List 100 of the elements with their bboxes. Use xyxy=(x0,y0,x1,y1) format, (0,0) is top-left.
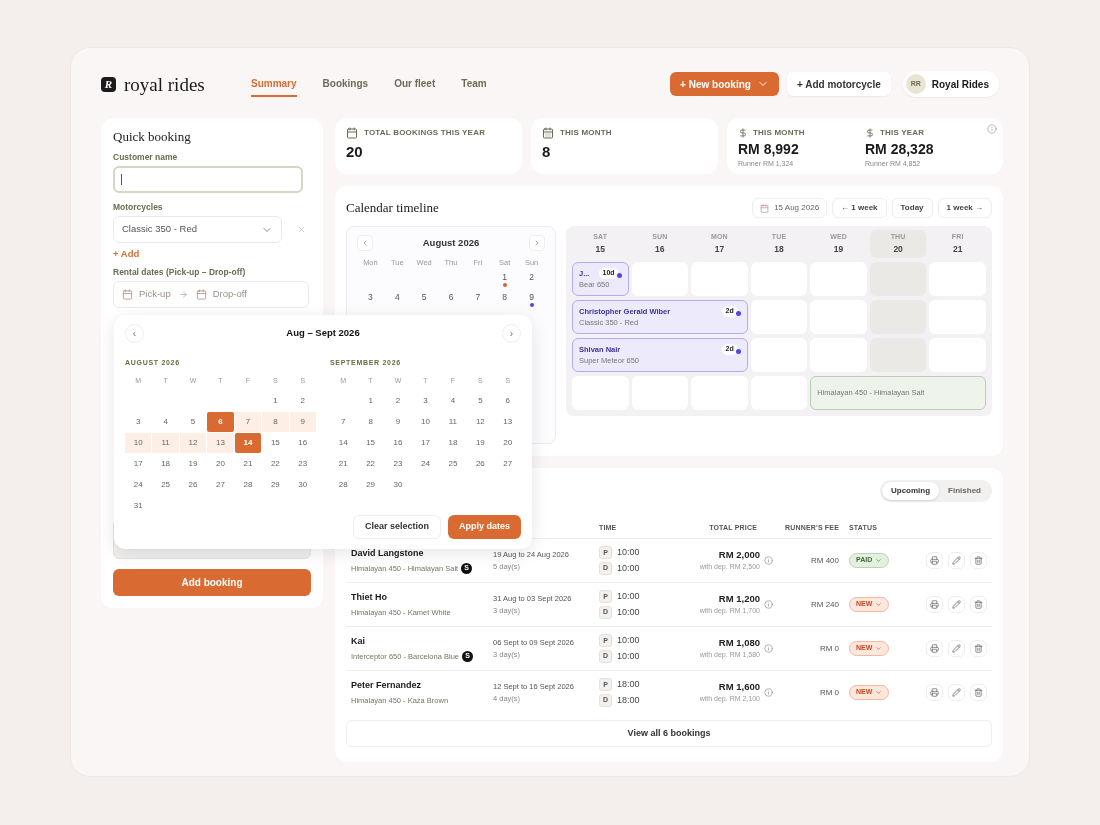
calendar-day[interactable]: 4 xyxy=(152,412,179,432)
calendar-day[interactable]: 29 xyxy=(357,475,384,495)
calendar-day[interactable]: 8 xyxy=(262,412,289,432)
calendar-day[interactable]: 15 xyxy=(357,433,384,453)
nav-tab[interactable]: Bookings xyxy=(322,71,369,97)
add-link[interactable]: + Add xyxy=(113,248,140,259)
calendar-day[interactable]: 9 xyxy=(289,412,316,432)
previous-button[interactable] xyxy=(357,235,373,251)
apply-dates-button[interactable]: Apply dates xyxy=(448,515,521,539)
calendar-day[interactable]: 3 xyxy=(412,391,439,411)
calendar-day[interactable]: 26 xyxy=(179,475,207,495)
calendar-day[interactable]: 9 xyxy=(384,412,412,432)
next-button[interactable] xyxy=(529,235,545,251)
day-number[interactable]: 3 xyxy=(368,292,373,304)
day-number[interactable]: 8 xyxy=(502,292,508,304)
calendar-day[interactable]: 17 xyxy=(412,433,439,453)
info-icon[interactable] xyxy=(987,124,997,134)
calendar-day[interactable]: 12 xyxy=(179,433,207,453)
day-number[interactable]: 2 xyxy=(529,272,534,284)
week-nav-button[interactable]: 1 week → xyxy=(937,198,992,218)
calendar-day[interactable]: 13 xyxy=(207,433,234,453)
filter-tab[interactable]: Finished xyxy=(939,482,990,500)
calendar-day[interactable]: 17 xyxy=(125,454,152,474)
calendar-day[interactable]: 10 xyxy=(125,433,152,453)
calendar-day[interactable]: 16 xyxy=(384,433,412,453)
calendar-day[interactable]: 29 xyxy=(262,475,289,495)
date-field[interactable]: 15 Aug 2026 xyxy=(752,198,828,218)
calendar-day[interactable]: 4 xyxy=(439,391,467,411)
nav-tab[interactable]: Summary xyxy=(251,71,297,97)
calendar-day[interactable]: 14 xyxy=(330,433,357,453)
calendar-day[interactable]: 22 xyxy=(262,454,289,474)
calendar-day[interactable]: 3 xyxy=(125,412,152,432)
calendar-day[interactable]: 18 xyxy=(152,454,179,474)
view-all-button[interactable]: View all 6 bookings xyxy=(346,720,992,747)
calendar-day[interactable]: 7 xyxy=(330,412,357,432)
date-range-field[interactable]: Pick-up Drop-off xyxy=(113,281,309,308)
calendar-day[interactable]: 24 xyxy=(412,454,439,474)
calendar-day[interactable]: 27 xyxy=(494,454,521,474)
edit-button[interactable] xyxy=(948,596,965,613)
week-nav-button[interactable]: Today xyxy=(891,198,933,218)
calendar-day[interactable]: 23 xyxy=(384,454,412,474)
calendar-day[interactable]: 18 xyxy=(439,433,467,453)
calendar-day[interactable]: 28 xyxy=(234,475,262,495)
calendar-day[interactable]: 1 xyxy=(262,391,289,411)
calendar-day[interactable]: 14 xyxy=(234,433,262,453)
day-number[interactable]: 5 xyxy=(421,292,427,304)
calendar-day[interactable]: 28 xyxy=(330,475,357,495)
info-icon[interactable] xyxy=(764,556,773,565)
calendar-day[interactable]: 22 xyxy=(357,454,384,474)
motorcycle-select[interactable]: Classic 350 - Red xyxy=(113,216,282,243)
edit-button[interactable] xyxy=(948,640,965,657)
calendar-day[interactable]: 20 xyxy=(207,454,234,474)
calendar-day[interactable]: 11 xyxy=(439,412,467,432)
customer-name-field[interactable] xyxy=(113,166,303,193)
info-icon[interactable] xyxy=(764,644,773,653)
add-booking-button[interactable]: Add booking xyxy=(113,569,311,596)
edit-button[interactable] xyxy=(948,552,965,569)
calendar-day[interactable]: 25 xyxy=(152,475,179,495)
edit-button[interactable] xyxy=(948,684,965,701)
calendar-day[interactable]: 21 xyxy=(330,454,357,474)
calendar-day[interactable]: 31 xyxy=(125,496,152,516)
calendar-day[interactable]: 25 xyxy=(439,454,467,474)
delete-button[interactable] xyxy=(970,640,987,657)
day-number[interactable]: 4 xyxy=(394,292,400,304)
calendar-day[interactable]: 7 xyxy=(234,412,262,432)
nav-tab[interactable]: Our fleet xyxy=(394,71,436,97)
calendar-day[interactable]: 30 xyxy=(289,475,316,495)
calendar-day[interactable]: 2 xyxy=(384,391,412,411)
calendar-day[interactable]: 8 xyxy=(357,412,384,432)
add-motorcycle-button[interactable]: + Add motorcycle xyxy=(786,72,891,96)
calendar-day[interactable]: 15 xyxy=(262,433,289,453)
calendar-day[interactable]: 16 xyxy=(289,433,316,453)
new-booking-button[interactable]: + New booking xyxy=(670,72,779,96)
calendar-day[interactable]: 6 xyxy=(207,412,234,432)
print-button[interactable] xyxy=(926,552,943,569)
day-number[interactable]: 7 xyxy=(475,292,481,304)
calendar-day[interactable]: 19 xyxy=(179,454,207,474)
calendar-day[interactable]: 20 xyxy=(494,433,521,453)
print-button[interactable] xyxy=(926,596,943,613)
print-button[interactable] xyxy=(926,640,943,657)
calendar-day[interactable]: 30 xyxy=(384,475,412,495)
calendar-day[interactable]: 19 xyxy=(467,433,494,453)
day-number[interactable]: 9 xyxy=(529,292,534,304)
delete-button[interactable] xyxy=(970,684,987,701)
info-icon[interactable] xyxy=(764,600,773,609)
week-nav-button[interactable]: ← 1 week xyxy=(832,198,887,218)
calendar-day[interactable]: 5 xyxy=(179,412,207,432)
clear-selection-button[interactable]: Clear selection xyxy=(352,515,441,539)
calendar-day[interactable]: 2 xyxy=(289,391,316,411)
nav-tab[interactable]: Team xyxy=(461,71,487,97)
day-number[interactable]: 6 xyxy=(448,292,454,304)
filter-tab[interactable]: Upcoming xyxy=(882,482,940,500)
calendar-day[interactable]: 10 xyxy=(412,412,439,432)
day-number[interactable]: 1 xyxy=(502,272,508,284)
calendar-day[interactable]: 1 xyxy=(357,391,384,411)
calendar-day[interactable]: 21 xyxy=(234,454,262,474)
calendar-day[interactable]: 23 xyxy=(289,454,316,474)
info-icon[interactable] xyxy=(764,688,773,697)
calendar-day[interactable]: 27 xyxy=(207,475,234,495)
calendar-day[interactable]: 24 xyxy=(125,475,152,495)
